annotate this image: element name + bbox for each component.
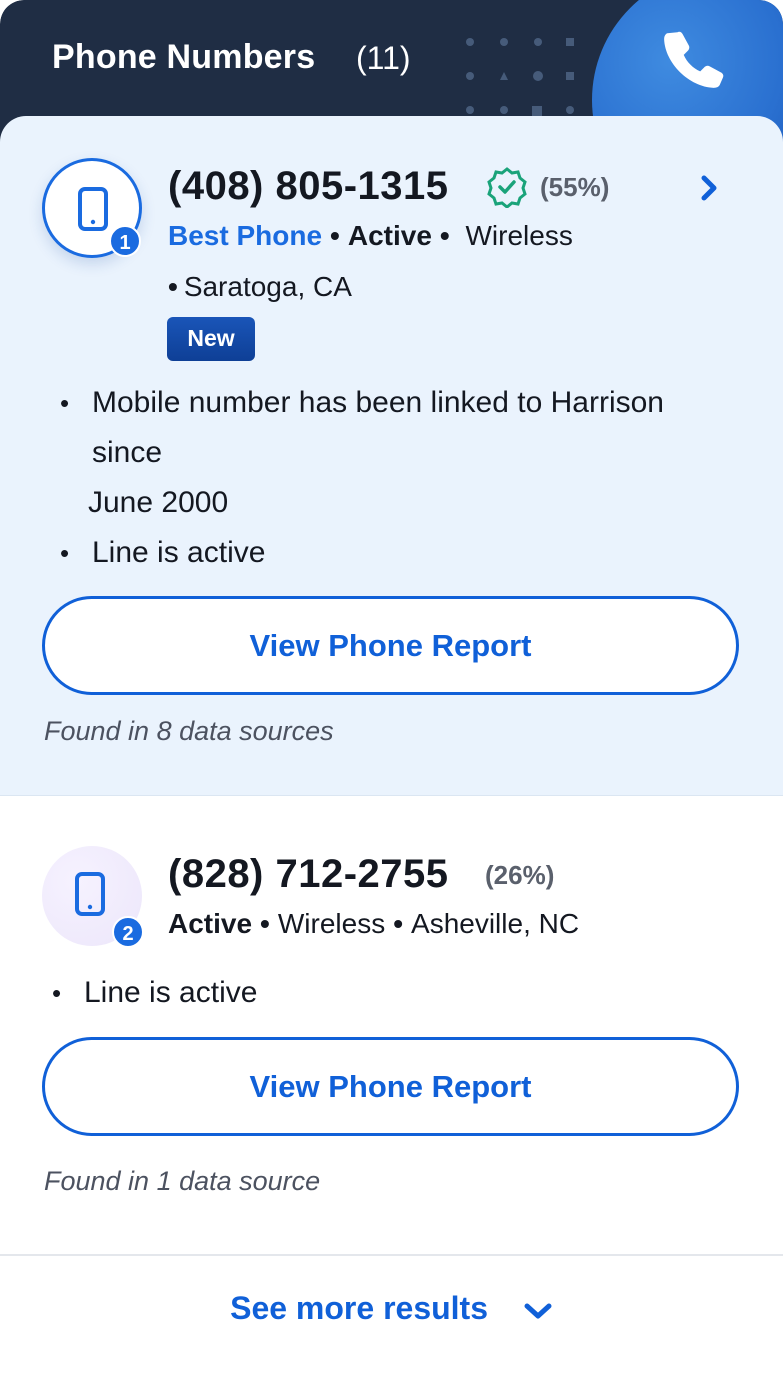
view-phone-report-button[interactable]: View Phone Report bbox=[42, 596, 739, 695]
mobile-phone-icon bbox=[75, 872, 105, 916]
location-line: • Saratoga, CA bbox=[168, 271, 352, 302]
verified-badge-icon bbox=[487, 167, 527, 208]
data-sources-text: Found in 1 data source bbox=[44, 1166, 321, 1196]
mobile-phone-icon bbox=[78, 187, 108, 231]
list-item: Line is active bbox=[50, 968, 257, 1018]
status-label: Active bbox=[168, 908, 253, 939]
phone-meta-line: Active • Wireless • Asheville, NC bbox=[168, 908, 580, 939]
chevron-right-icon[interactable] bbox=[696, 172, 724, 204]
match-percentage: (55%) bbox=[540, 172, 610, 202]
phone-avatar: 1 bbox=[42, 158, 142, 258]
match-percentage: (26%) bbox=[485, 860, 555, 890]
view-phone-report-button[interactable]: View Phone Report bbox=[42, 1037, 739, 1136]
result-count: (11) bbox=[356, 40, 411, 76]
list-item-continuation: June 2000 bbox=[88, 486, 229, 519]
rank-badge: 2 bbox=[112, 916, 144, 948]
list-item: Mobile number has been linked to Harriso… bbox=[58, 378, 748, 478]
decorative-pattern bbox=[466, 38, 574, 116]
phone-result-1: 1 (408) 805-1315 (55%) Best Phone • Active… bbox=[0, 116, 783, 796]
best-phone-label: Best Phone bbox=[168, 220, 323, 251]
details-list: Line is active bbox=[50, 968, 257, 1018]
phone-avatar: 2 bbox=[42, 846, 144, 948]
details-list: Mobile number has been linked to Harriso… bbox=[58, 378, 748, 578]
status-label: Active bbox=[347, 220, 432, 251]
see-more-label: See more results bbox=[230, 1290, 488, 1326]
phone-numbers-card: Phone Numbers (11) 1 (408) 805-1315 (55%… bbox=[0, 0, 783, 1375]
see-more-results-button[interactable]: See more results bbox=[0, 1290, 783, 1327]
line-type: Wireless bbox=[465, 220, 573, 251]
new-badge: New bbox=[167, 317, 255, 361]
line-type: Wireless bbox=[277, 908, 386, 939]
section-title: Phone Numbers bbox=[52, 38, 316, 76]
phone-number[interactable]: (408) 805-1315 bbox=[168, 164, 449, 209]
data-sources-text: Found in 8 data sources bbox=[44, 716, 334, 746]
phone-meta-line: Best Phone • Active • Wireless bbox=[168, 220, 573, 251]
phone-number[interactable]: (828) 712-2755 bbox=[168, 852, 449, 897]
chevron-down-icon bbox=[524, 1303, 552, 1319]
list-item: Line is active bbox=[58, 528, 748, 578]
divider bbox=[0, 1254, 783, 1256]
phone-handset-icon bbox=[664, 31, 724, 88]
location: Asheville, NC bbox=[411, 908, 580, 939]
location: Saratoga, CA bbox=[183, 271, 352, 302]
rank-badge: 1 bbox=[109, 225, 141, 257]
